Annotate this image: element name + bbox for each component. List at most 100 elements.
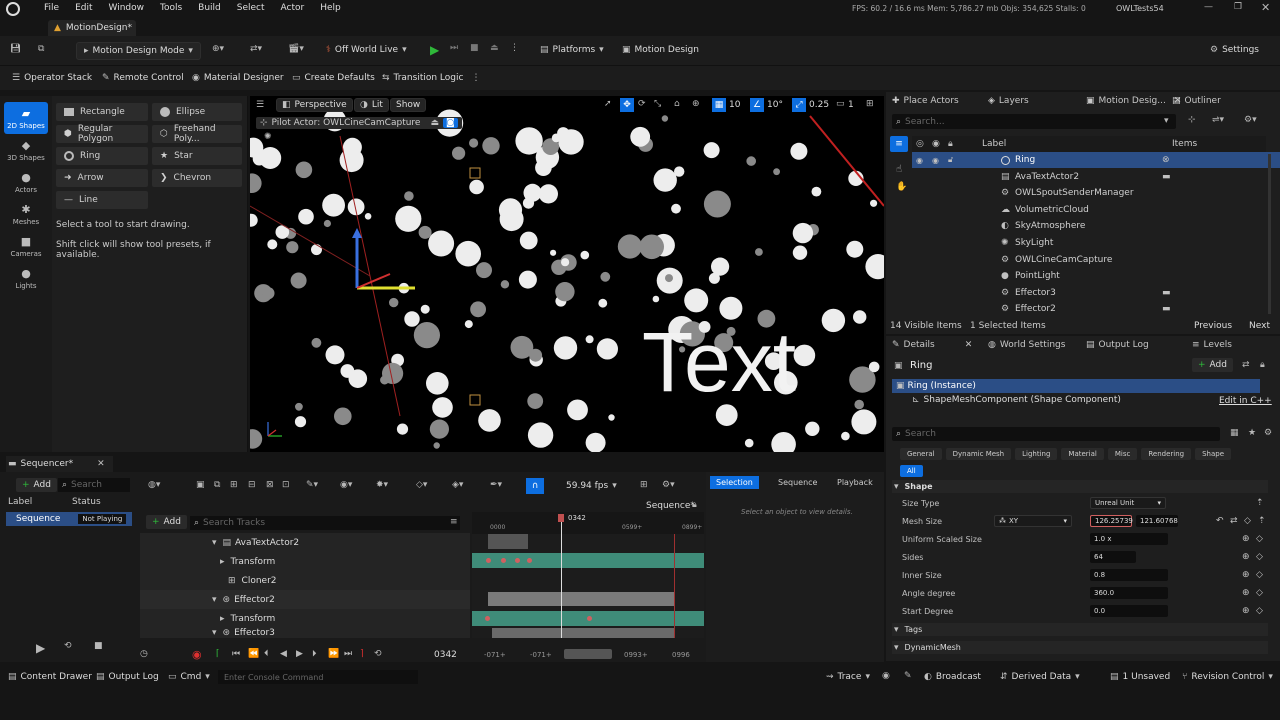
chevron-down-icon[interactable]: ▾ [1164,116,1169,126]
menu-edit[interactable]: Edit [75,3,92,13]
category-material[interactable]: Material [1061,448,1104,460]
derived-data-button[interactable]: ⇵ Derived Data ▾ [1000,672,1080,682]
console-input[interactable]: Enter Console Command [218,670,418,684]
mode-actors[interactable]: ● Actors [0,166,52,198]
outliner-row-skyatmosphere[interactable]: ◐ SkyAtmosphere [912,218,1280,234]
category-lighting[interactable]: Lighting [1015,448,1058,460]
effector-section-bar[interactable] [488,592,674,606]
tab-layers[interactable]: ◈ Layers [988,96,1029,106]
live-coding-icon[interactable]: ✎ [904,671,912,681]
auto-key-icon[interactable]: ◈▾ [452,480,463,490]
eject-pilot-icon[interactable]: ⏏ [430,118,439,128]
category-misc[interactable]: Misc [1107,448,1138,460]
add-sequence-button[interactable]: + Add [16,478,57,492]
playhead-handle[interactable] [558,514,564,522]
working-start-field[interactable]: -071+ [530,651,552,659]
menu-actor[interactable]: Actor [281,3,305,13]
track-transform-2[interactable]: ▸ Transform [140,609,470,628]
keyframe-icon[interactable]: ◇ [1256,552,1263,562]
add-component-button[interactable]: + Add [1192,358,1233,372]
menu-build[interactable]: Build [198,3,221,13]
remote-control-button[interactable]: ✎ Remote Control [102,73,184,83]
ring-tool[interactable]: Ring [56,147,148,165]
category-rendering[interactable]: Rendering [1141,448,1192,460]
rotate-icon[interactable]: ⟳ [638,99,646,109]
category-all[interactable]: All [900,465,923,477]
timeline-scrollbar[interactable] [564,649,612,659]
add-actor-icon[interactable]: ⊕▾ [212,44,224,54]
trace-button[interactable]: ⇝ Trace ▾ [826,672,870,682]
broadcast-record-icon[interactable]: ◉ [882,671,890,681]
angle-degree-input[interactable]: 360.0 [1090,587,1168,599]
track-avatextactor2[interactable]: ▾ ▤ AvaTextActor2 [140,533,470,552]
mesh-size-x-input[interactable]: 126.25739 [1090,515,1133,527]
close-icon[interactable]: ✕ [97,459,105,469]
world-dropdown[interactable]: ⚕ Off World Live ▾ [326,45,407,55]
add-key-icon[interactable]: ⊕ [1242,534,1250,544]
tab-sequencer[interactable]: ▬ Sequencer* ✕ [6,456,113,472]
mesh-size-y-input[interactable]: 121.60768 [1136,515,1178,527]
output-log-button[interactable]: ▤ Output Log [96,672,159,682]
filter-icon[interactable]: ≡ [890,136,908,152]
curve-editor-icon[interactable]: ✒▾ [490,480,502,490]
chevron-tool[interactable]: ❯ Chevron [152,169,242,187]
add-key-icon[interactable]: ⊕ [1242,552,1250,562]
uniform-size-input[interactable]: 1.0 x [1090,533,1168,545]
more-options-icon[interactable]: ⋮ [510,43,519,53]
stop-icon[interactable]: ■ [94,641,103,651]
key-options-icon[interactable]: ◇▾ [416,480,427,490]
menu-select[interactable]: Select [237,3,265,13]
timeline-area[interactable]: 0000 0599+ 0899+ 0342 [472,512,704,638]
component-row-instance[interactable]: ▣ Ring (Instance) [892,379,1260,393]
level-viewport[interactable]: Text ☰ ◧ Perspective ◑ Lit Show ➚ ✥ ⟳ ⤡ ⌂ … [250,96,884,452]
framerate-dropdown[interactable]: 59.94 fps ▾ [566,481,617,491]
visibility-icon[interactable]: ◉ [932,156,939,165]
create-defaults-button[interactable]: ▭ Create Defaults [292,73,375,83]
size-type-dropdown[interactable]: Unreal Unit ▾ [1090,497,1166,509]
add-track-button[interactable]: + Add [146,515,187,529]
motion-design-button[interactable]: ▣ Motion Design [622,45,699,55]
sync-icon[interactable]: ⇌▾ [1212,115,1224,125]
freehand-poly-tool[interactable]: ⬡ Freehand Poly... [152,124,242,144]
outliner-row-pointlight[interactable]: ● PointLight [912,268,1280,284]
menu-window[interactable]: Window [109,3,145,13]
reverse-icon[interactable]: ◀ [280,649,287,659]
track-effector3[interactable]: ▾ ⊛ Effector3 [140,628,470,638]
world-local-icon[interactable]: ⊕ [692,99,700,109]
eject-icon[interactable]: ⏏ [490,43,499,53]
lock-icon[interactable]: 🔒︎ [692,500,697,510]
tab-outliner[interactable]: ▤ Outliner [1172,96,1221,106]
world-icon[interactable]: ◍▾ [148,480,160,490]
items-column-header[interactable]: Items [1172,139,1197,149]
tab-world-settings[interactable]: ◍ World Settings [988,340,1065,350]
transition-logic-button[interactable]: ⇆ Transition Logic ⋮ [382,73,480,83]
render-icon[interactable]: ⊞ [230,480,238,490]
lock-camera-icon[interactable]: ◙ [442,118,458,128]
sequence-row[interactable]: Sequence Not Playing [6,512,132,526]
edit-in-cpp-link[interactable]: Edit in C++ [1219,396,1272,406]
keyframe-icon[interactable]: ◇ [1256,534,1263,544]
more-options-icon[interactable]: ⋮ [471,73,480,83]
material-designer-button[interactable]: ◉ Material Designer [192,73,284,83]
lock-icon[interactable]: 🔓︎ [948,155,953,165]
keyframe-dot[interactable] [515,558,520,563]
save-icon[interactable]: 💾︎ [10,44,21,54]
playback-options-icon[interactable]: ✸▾ [376,480,388,490]
outliner-row-ring[interactable]: ◉ ◉ 🔓︎ Ring ⊗ [912,152,1280,168]
loop-icon[interactable]: ⟲ [374,649,382,659]
add-key-icon[interactable]: ⊕ [1242,606,1250,616]
track-transform[interactable]: ▸ Transform [140,552,470,571]
show-dropdown[interactable]: Show [390,98,427,112]
label-column-header[interactable]: Label [8,497,32,507]
menu-help[interactable]: Help [320,3,341,13]
reset-icon[interactable]: ⇡ [1258,516,1266,526]
keyframe-dot[interactable] [486,558,491,563]
tab-selection[interactable]: Selection [710,476,759,489]
view-icon[interactable]: ◉▾ [340,480,352,490]
tab-motion-design[interactable]: ▣ Motion Desig... ✕ [1086,96,1181,106]
arrow-tool[interactable]: ➜ Arrow [56,169,148,187]
table-view-icon[interactable]: ▦ [1230,428,1239,438]
favorite-icon[interactable]: ★ [1248,428,1256,438]
clip-icon[interactable]: ⧉ [214,480,220,490]
working-end-field[interactable]: 0993+ [624,651,648,659]
